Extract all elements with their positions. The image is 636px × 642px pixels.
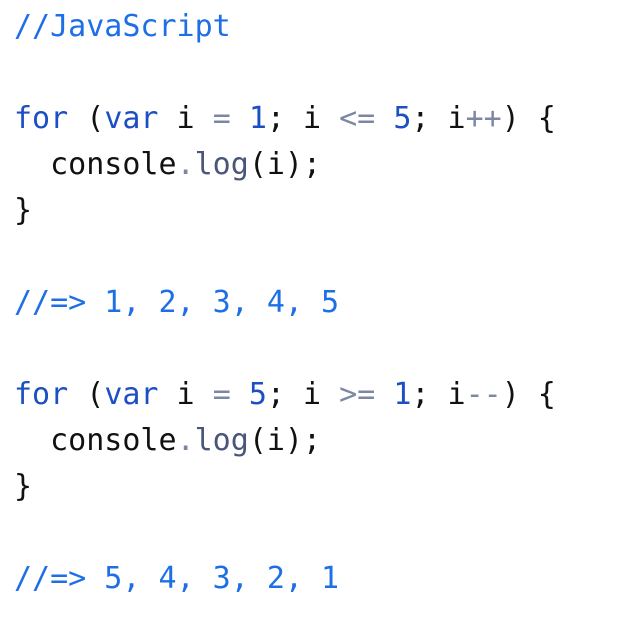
code-text: (	[68, 101, 105, 136]
code-text: ; i	[266, 377, 340, 412]
code-comment: //=> 1, 2, 3, 4, 5	[14, 285, 340, 320]
code-number: 5	[393, 101, 412, 136]
code-operator: >=	[339, 377, 376, 412]
code-comment: //=> 5, 4, 3, 2, 1	[14, 561, 340, 596]
code-keyword: for	[14, 101, 69, 136]
code-method: log	[194, 147, 249, 182]
code-line: for (var i = 5; i >= 1; i--) {	[14, 372, 556, 418]
code-text: }	[14, 469, 33, 504]
code-operator: .	[176, 147, 195, 182]
code-line: for (var i = 1; i <= 5; i++) {	[14, 96, 556, 142]
code-line: //JavaScript	[14, 4, 556, 50]
code-operator: =	[212, 377, 231, 412]
code-text: i	[158, 101, 213, 136]
code-text: ) {	[501, 377, 556, 412]
code-line: }	[14, 188, 556, 234]
code-line: console.log(i);	[14, 142, 556, 188]
code-keyword: var	[104, 377, 159, 412]
code-operator: =	[212, 101, 231, 136]
code-line: console.log(i);	[14, 418, 556, 464]
code-text: ; i	[411, 377, 466, 412]
code-number: 1	[248, 101, 267, 136]
code-line: //=> 1, 2, 3, 4, 5	[14, 280, 556, 326]
code-text: (	[68, 377, 105, 412]
code-text: console	[14, 423, 177, 458]
code-keyword: for	[14, 377, 69, 412]
code-text: i	[158, 377, 213, 412]
code-block: //JavaScript for (var i = 1; i <= 5; i++)…	[14, 4, 556, 602]
code-keyword: var	[104, 101, 159, 136]
code-line: //=> 5, 4, 3, 2, 1	[14, 556, 556, 602]
code-text: console	[14, 147, 177, 182]
code-number: 1	[393, 377, 412, 412]
code-text: ; i	[411, 101, 466, 136]
code-text: ; i	[266, 101, 340, 136]
code-number: 5	[248, 377, 267, 412]
code-operator: ++	[465, 101, 502, 136]
code-text: ) {	[501, 101, 556, 136]
code-text: }	[14, 193, 33, 228]
code-line: }	[14, 464, 556, 510]
code-operator: .	[176, 423, 195, 458]
code-text: (i);	[248, 147, 322, 182]
code-comment: //JavaScript	[14, 9, 231, 44]
code-operator: <=	[339, 101, 376, 136]
code-operator: --	[465, 377, 502, 412]
code-text: (i);	[248, 423, 322, 458]
code-method: log	[194, 423, 249, 458]
